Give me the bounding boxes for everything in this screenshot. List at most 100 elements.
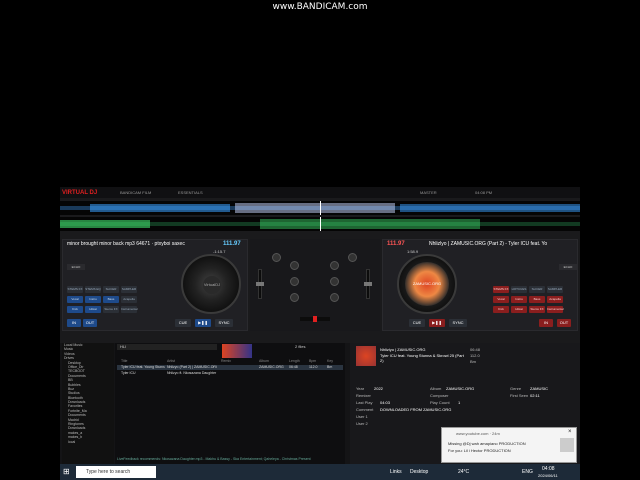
deck-b-pad-acapella[interactable]: Acapella: [547, 296, 563, 303]
tree-item[interactable]: local: [62, 440, 114, 444]
toast-line1: Missing @Dj wah amapiano PRODUCTION: [448, 441, 526, 446]
deck-a-in-button[interactable]: IN: [67, 319, 81, 327]
user1-label: User 1: [356, 414, 368, 419]
deck-a-play-button[interactable]: ▶❚❚: [195, 319, 211, 327]
col-title[interactable]: Title: [121, 359, 127, 363]
high-knob-a[interactable]: [290, 261, 299, 270]
notification-toast[interactable]: www.youtube.com · 24m × Missing @Dj wah …: [441, 427, 577, 463]
gain-knob-b[interactable]: [348, 253, 357, 262]
deck-a-tab-sampler[interactable]: SAMPLER: [121, 286, 137, 293]
deck-b-pad-kick[interactable]: Kick: [493, 306, 509, 313]
deck-a-cue-button[interactable]: CUE: [175, 319, 191, 327]
row-title: Tyler ICU feat. Young Stunna & Skrow...: [121, 365, 165, 369]
deck-b-in-button[interactable]: IN: [539, 319, 553, 327]
file-list[interactable]: HLI 2 files Title Artist Remix Album Len…: [115, 343, 345, 464]
deck-a-pad-acapella[interactable]: Acapella: [121, 296, 137, 303]
volume-fader-b[interactable]: [364, 269, 372, 299]
table-row[interactable]: Tyler ICU feat. Young Stunna & Skrow... …: [117, 365, 343, 370]
high-knob-b[interactable]: [330, 261, 339, 270]
volume-fader-a[interactable]: [256, 269, 264, 299]
crossfader[interactable]: [300, 316, 330, 322]
deck-a: minor brought minor back mp3 64671 · ptx…: [62, 239, 248, 331]
waveform-overview-b[interactable]: [60, 217, 580, 231]
watermark: www.BANDICAM.com: [272, 2, 368, 12]
deck-b-out-button[interactable]: OUT: [557, 319, 571, 327]
col-bpm[interactable]: Bpm: [309, 359, 316, 363]
toast-thumbnail: [560, 438, 574, 452]
deck-a-pad-hihat[interactable]: HiHat: [85, 306, 101, 313]
deck-a-tab-stems-eq[interactable]: STEMS EQ: [85, 286, 101, 293]
row-album: ZAMUSIC.ORG: [259, 365, 284, 369]
deck-a-pad-vocal[interactable]: Vocal: [67, 296, 83, 303]
taskbar-search-input[interactable]: Type here to search: [76, 466, 156, 478]
deck-a-platter[interactable]: VirtualDJ: [181, 254, 241, 314]
table-row[interactable]: Tyler ICU Nhlizyo ft. Nkosazana Daughter: [117, 371, 343, 376]
deck-a-tab-slicer[interactable]: SLICER: [103, 286, 119, 293]
col-key[interactable]: Key: [327, 359, 333, 363]
deck-b-pad-bass[interactable]: Bass: [529, 296, 545, 303]
mid-knob-a[interactable]: [290, 277, 299, 286]
mid-knob-b[interactable]: [330, 277, 339, 286]
deck-b-play-button[interactable]: ▶❚❚: [429, 319, 445, 327]
deck-b-sync-button[interactable]: SYNC: [449, 319, 467, 327]
gain-knob-a[interactable]: [272, 253, 281, 262]
col-length[interactable]: Length: [289, 359, 300, 363]
deck-b-platter[interactable]: ZAMUSIC.ORG: [397, 254, 457, 314]
last-play-value: 04:03: [380, 400, 391, 405]
row-artist: Nhlizyo (Part 2) | ZAMUSIC.ORG: [167, 365, 217, 369]
language[interactable]: ENG: [522, 469, 533, 475]
deck-b-platter-label: ZAMUSIC.ORG: [405, 262, 449, 306]
deck-b-pad-stemsfx[interactable]: Stems FX: [529, 306, 545, 313]
row-key: Bm: [327, 365, 333, 369]
col-album[interactable]: Album: [259, 359, 269, 363]
deck-b-cue-button[interactable]: CUE: [409, 319, 425, 327]
low-knob-b[interactable]: [330, 293, 339, 302]
windows-start-icon[interactable]: ⊞: [63, 467, 70, 476]
folder-tree[interactable]: Local Music Music Videos Drives Desktop Offic…: [62, 343, 114, 464]
genre-label: Genre: [510, 386, 522, 391]
deck-a-echo[interactable]: ECHO: [67, 264, 85, 270]
deck-a-pad-instru[interactable]: Instru: [85, 296, 101, 303]
deck-b-time: 1:58.9: [407, 249, 419, 254]
deck-a-pad-instrumental[interactable]: Instrumental: [121, 306, 138, 313]
album-value: ZAMUSIC.ORG: [446, 386, 475, 391]
toast-source: www.youtube.com · 24m: [456, 431, 500, 436]
links-label[interactable]: Links: [390, 469, 402, 475]
weather-temp: 24°C: [458, 469, 470, 475]
row-artist: Nhlizyo ft. Nkosazana Daughter: [167, 371, 217, 375]
deck-a-pad-kick[interactable]: Kick: [67, 306, 83, 313]
waveform-overview-a[interactable]: [60, 201, 580, 215]
deck-a-tab-stems-fx[interactable]: STEMS FX: [67, 286, 83, 293]
close-icon[interactable]: ×: [568, 429, 572, 435]
low-knob-a[interactable]: [290, 293, 299, 302]
deck-a-pad-stemsfx[interactable]: Stems FX: [103, 306, 119, 313]
deck-a-platter-label: VirtualDJ: [203, 276, 221, 294]
deck-a-pad-bass[interactable]: Bass: [103, 296, 119, 303]
info-length: 06:48: [470, 347, 481, 352]
play-count-label: Play Count: [430, 400, 450, 405]
waveform-a-svg: [60, 201, 580, 215]
deck-b-echo[interactable]: ECHO: [559, 264, 577, 270]
deck-b-tab-hotcues[interactable]: HOTCUES: [511, 286, 527, 293]
table-header: Title Artist Remix Album Length Bpm Key: [117, 359, 343, 364]
album-label: Album: [430, 386, 442, 391]
deck-b-pad-vocal[interactable]: Vocal: [493, 296, 509, 303]
deck-a-sync-button[interactable]: SYNC: [215, 319, 233, 327]
windows-taskbar: ⊞ Type here to search Links Desktop 24°C…: [60, 464, 580, 480]
deck-b-pad-hihat[interactable]: HiHat: [511, 306, 527, 313]
col-artist[interactable]: Artist: [167, 359, 175, 363]
deck-b-pad-instrumental[interactable]: Instrumental: [547, 306, 564, 313]
col-remix[interactable]: Remix: [221, 359, 231, 363]
layout-dropdown[interactable]: ESSENTIALS: [178, 190, 203, 195]
search-input[interactable]: HLI: [117, 344, 217, 350]
waveform-b-svg: [60, 217, 580, 231]
top-item-1[interactable]: BANDICAM FILM: [120, 190, 151, 195]
info-key: Bm: [470, 359, 476, 364]
deck-b-tab-sampler[interactable]: SAMPLER: [547, 286, 563, 293]
deck-b-tab-slicer[interactable]: SLICER: [529, 286, 545, 293]
deck-b-tab-stems-fx[interactable]: STEMS FX: [493, 286, 509, 293]
deck-a-out-button[interactable]: OUT: [83, 319, 97, 327]
desktop-label[interactable]: Desktop: [410, 469, 428, 475]
deck-b-pad-instru[interactable]: Instru: [511, 296, 527, 303]
row-bpm: 112.0: [309, 365, 318, 369]
